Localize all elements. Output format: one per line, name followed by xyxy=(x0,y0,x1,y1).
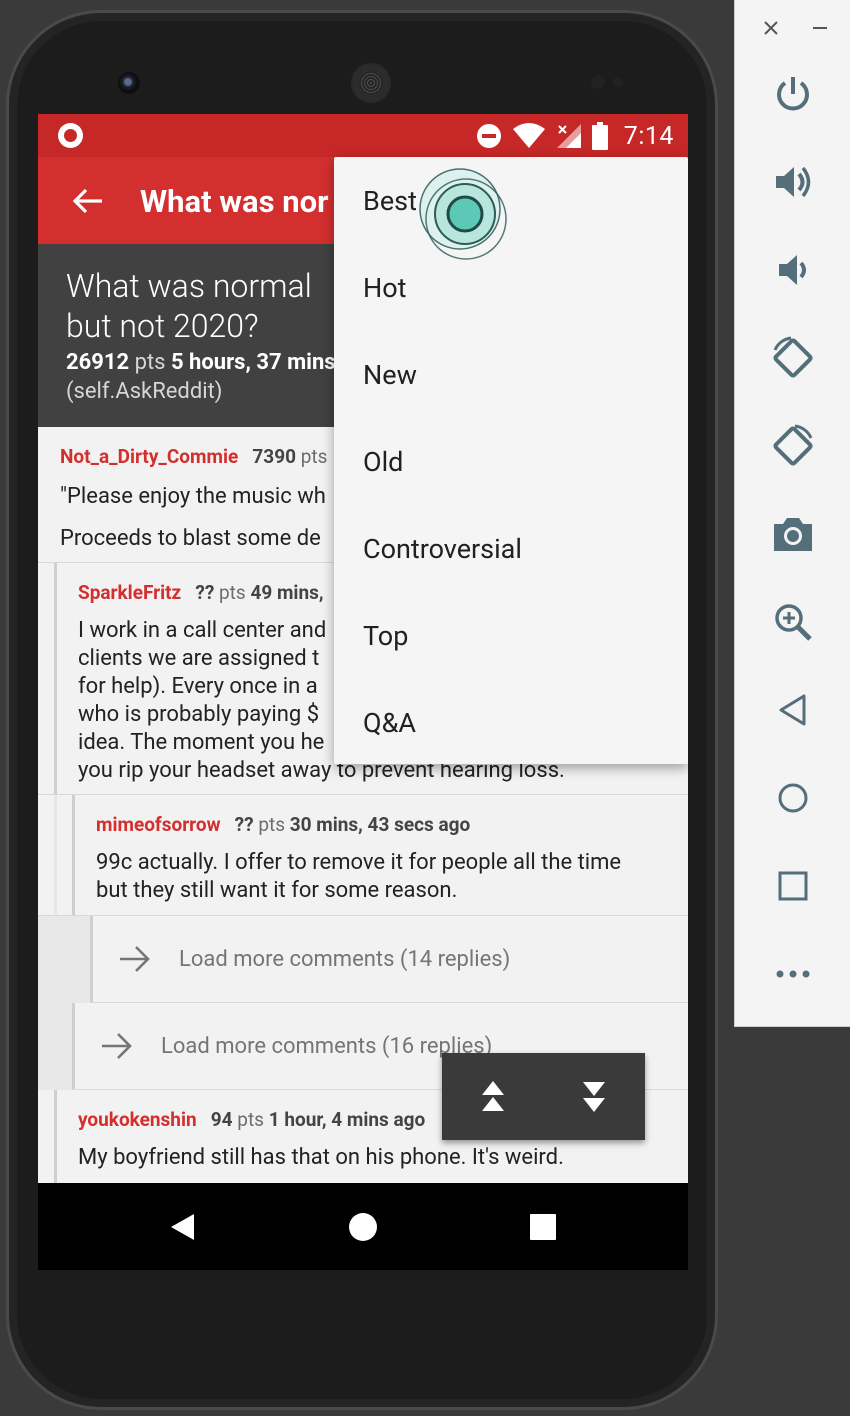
comment-meta: Not_a_Dirty_Commie 7390 pts xyxy=(60,445,327,468)
indent-bar xyxy=(90,916,93,1002)
comment-text: 99c actually. I offer to remove it for p… xyxy=(96,849,621,905)
comment-points: ?? xyxy=(234,813,254,836)
sort-option-new[interactable]: New xyxy=(334,331,688,418)
comment-author[interactable]: Not_a_Dirty_Commie xyxy=(60,445,238,468)
back-icon xyxy=(779,694,806,726)
jump-up-icon[interactable] xyxy=(480,1079,506,1115)
comment-pts-label: pts xyxy=(258,813,286,836)
comment-pts-label: pts xyxy=(300,445,328,468)
power-button[interactable] xyxy=(771,72,815,116)
device-screen: 7:14 What was nor What was normal but no… xyxy=(38,114,688,1270)
proximity-sensor xyxy=(591,75,605,89)
comment-age: 49 mins, xyxy=(250,581,324,604)
load-more-label: Load more comments (14 replies) xyxy=(179,947,511,972)
status-icons: 7:14 xyxy=(476,120,674,152)
indent-gutter xyxy=(38,916,90,1003)
back-button[interactable] xyxy=(771,688,815,732)
light-sensor xyxy=(613,77,623,87)
app-bar-title: What was nor xyxy=(140,183,329,220)
indent-bar xyxy=(54,795,57,915)
nav-back-icon[interactable] xyxy=(170,1213,196,1241)
overview-icon xyxy=(778,871,808,901)
more-button[interactable] xyxy=(771,952,815,996)
comment-pts-label: pts xyxy=(237,1108,264,1131)
touch-indicator-icon xyxy=(419,168,507,260)
post-meta: 26912 pts 5 hours, 37 mins xyxy=(66,350,336,375)
comment-points: 7390 xyxy=(252,445,296,468)
comment-text: My boyfriend still has that on his phone… xyxy=(78,1144,564,1172)
rotate-left-button[interactable] xyxy=(771,336,815,380)
zoom-icon xyxy=(775,604,812,641)
comment-meta: youkokenshin 94 pts 1 hour, 4 mins ago xyxy=(78,1108,425,1131)
comment-author[interactable]: mimeofsorrow xyxy=(96,813,221,836)
camera-icon xyxy=(774,518,812,551)
comment-navigation-bar xyxy=(442,1053,645,1140)
comment-author[interactable]: SparkleFritz xyxy=(78,581,181,604)
overview-button[interactable] xyxy=(771,864,815,908)
comment-pts-label: pts xyxy=(219,581,246,604)
nav-recents-icon[interactable] xyxy=(530,1214,556,1240)
rotate-right-button[interactable] xyxy=(771,424,815,468)
home-button[interactable] xyxy=(771,776,815,820)
volume-up-icon xyxy=(776,166,811,198)
comment-points: ?? xyxy=(195,581,215,604)
status-bar: 7:14 xyxy=(38,114,688,157)
sort-option-qa[interactable]: Q&A xyxy=(334,679,688,766)
comment-text-line: but they still want it for some reason. xyxy=(96,878,458,903)
front-camera xyxy=(118,72,140,94)
comment-age: 30 mins, 43 secs ago xyxy=(289,813,471,836)
post-points: 26912 xyxy=(66,350,130,375)
minimize-icon[interactable] xyxy=(813,27,827,29)
comment-text-line: 99c actually. I offer to remove it for p… xyxy=(96,850,622,875)
post-age: 5 hours, 37 mins xyxy=(170,350,336,375)
sort-option-top[interactable]: Top xyxy=(334,592,688,679)
post-pts-label: pts xyxy=(134,350,166,375)
wifi-icon xyxy=(512,123,545,148)
volume-down-button[interactable] xyxy=(771,248,815,292)
comment-text: "Please enjoy the music wh Proceeds to b… xyxy=(60,483,326,553)
nav-home-icon[interactable] xyxy=(348,1212,378,1242)
comment-text-line: Proceeds to blast some de xyxy=(60,526,321,551)
indent-bar xyxy=(72,1003,75,1089)
sort-option-old[interactable]: Old xyxy=(334,418,688,505)
comment-age: 1 hour, 4 mins ago xyxy=(268,1108,426,1131)
earpiece-speaker xyxy=(353,65,389,101)
rotate-left-icon xyxy=(773,336,813,378)
rotate-right-icon xyxy=(773,424,813,466)
comment-meta: mimeofsorrow ?? pts 30 mins, 43 secs ago xyxy=(96,813,470,836)
comment-item[interactable]: mimeofsorrow ?? pts 30 mins, 43 secs ago… xyxy=(38,795,688,916)
comment-text-line: "Please enjoy the music wh xyxy=(60,484,326,509)
zoom-button[interactable] xyxy=(771,600,815,644)
volume-down-icon xyxy=(779,255,806,285)
indent-bar xyxy=(72,795,75,915)
do-not-disturb-icon xyxy=(476,124,501,148)
screenshot-button[interactable] xyxy=(771,512,815,556)
close-icon[interactable] xyxy=(763,20,779,36)
comment-author[interactable]: youkokenshin xyxy=(78,1108,197,1131)
back-arrow-icon[interactable] xyxy=(68,181,108,221)
sort-option-controversial[interactable]: Controversial xyxy=(334,505,688,592)
indent-bar xyxy=(54,563,57,794)
arrow-right-icon xyxy=(102,1033,132,1059)
post-subreddit[interactable]: (self.AskReddit) xyxy=(66,379,222,404)
indent-bar xyxy=(54,1090,57,1183)
cell-signal-icon xyxy=(556,124,581,148)
android-navigation-bar xyxy=(38,1183,688,1270)
comment-points: 94 xyxy=(210,1108,233,1131)
battery-icon xyxy=(591,122,608,150)
more-icon xyxy=(776,970,810,978)
load-more-comments-button[interactable]: Load more comments (14 replies) xyxy=(38,916,688,1003)
status-clock: 7:14 xyxy=(623,121,674,151)
comment-text-line: My boyfriend still has that on his phone… xyxy=(78,1145,564,1170)
volume-up-button[interactable] xyxy=(771,160,815,204)
indent-gutter xyxy=(38,1003,72,1090)
comment-meta: SparkleFritz ?? pts 49 mins, xyxy=(78,581,324,604)
emulator-toolbar xyxy=(734,0,850,1027)
arrow-right-icon xyxy=(120,946,150,972)
screen-record-icon xyxy=(58,123,83,148)
home-icon xyxy=(778,783,808,813)
power-icon xyxy=(777,77,809,111)
jump-down-icon[interactable] xyxy=(581,1079,607,1115)
